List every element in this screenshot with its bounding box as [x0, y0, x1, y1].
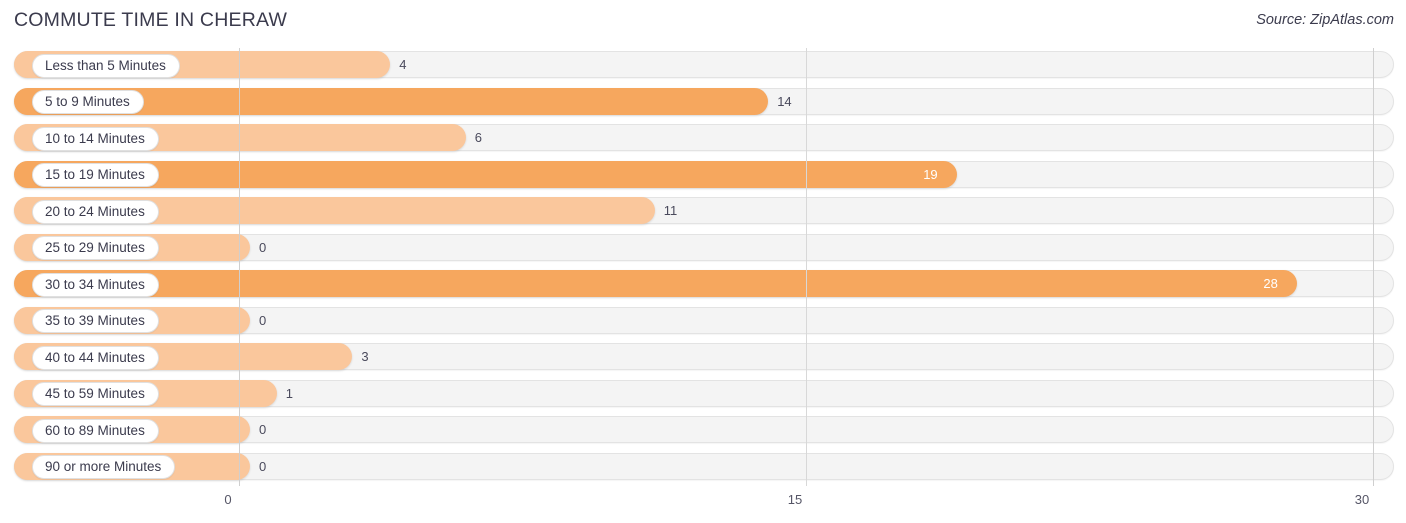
bar-value-label: 14 [777, 93, 792, 109]
bar-row[interactable]: Less than 5 Minutes 4 [0, 48, 1406, 85]
bar-value-label: 19 [923, 166, 938, 182]
bar-row[interactable]: 10 to 14 Minutes 6 [0, 121, 1406, 158]
source-attribution: Source: ZipAtlas.com [1256, 12, 1394, 28]
bar-category-label: 35 to 39 Minutes [32, 309, 159, 333]
chart-header: COMMUTE TIME IN CHERAW Source: ZipAtlas.… [0, 0, 1406, 46]
bar-category-label: 10 to 14 Minutes [32, 126, 159, 151]
bar-value-label: 11 [663, 203, 678, 218]
bar-value-label: 4 [399, 57, 407, 72]
chart-plot-area: Less than 5 Minutes 4 5 to 9 Minutes 14 10 t… [0, 48, 1406, 486]
bar-category-label: 5 to 9 Minutes [32, 90, 144, 114]
bar-category-label: Less than 5 Minutes [32, 53, 180, 78]
x-axis-tick-30: 30 [1354, 492, 1370, 507]
bar[interactable] [14, 270, 1298, 297]
x-axis: 0 15 30 [0, 486, 1406, 523]
bar-value-label: 0 [259, 458, 267, 474]
bar-value-label: 3 [361, 349, 369, 364]
bar-value-label: 0 [259, 422, 267, 437]
bar-row[interactable]: 40 to 44 Minutes 3 [0, 340, 1406, 377]
bar-value-label: 1 [285, 385, 294, 401]
bar-category-label: 45 to 59 Minutes [32, 382, 159, 406]
bar-row[interactable]: 15 to 19 Minutes 19 [0, 158, 1406, 195]
bar-row-list: Less than 5 Minutes 4 5 to 9 Minutes 14 10 t… [0, 48, 1406, 486]
bar-category-label: 90 or more Minutes [32, 455, 176, 479]
x-axis-tick-15: 15 [787, 492, 803, 507]
bar-category-label: 25 to 29 Minutes [32, 236, 159, 260]
bar-row[interactable]: 5 to 9 Minutes 14 [0, 85, 1406, 122]
bar-value-label: 0 [259, 239, 267, 255]
bar-category-label: 30 to 34 Minutes [32, 272, 159, 297]
x-axis-tick-0: 0 [224, 492, 232, 507]
bar-row[interactable]: 45 to 59 Minutes 1 [0, 377, 1406, 414]
bar-row[interactable]: 60 to 89 Minutes 0 [0, 413, 1406, 450]
bar-category-label: 20 to 24 Minutes [32, 199, 159, 224]
bar-category-label: 40 to 44 Minutes [32, 345, 159, 370]
bar-category-label: 60 to 89 Minutes [32, 418, 159, 443]
bar-row[interactable]: 90 or more Minutes 0 [0, 450, 1406, 487]
page-title: COMMUTE TIME IN CHERAW [14, 9, 288, 31]
bar-row[interactable]: 30 to 34 Minutes 28 [0, 267, 1406, 304]
bar-row[interactable]: 20 to 24 Minutes 11 [0, 194, 1406, 231]
bar-value-label: 0 [259, 312, 267, 328]
bar-value-label: 6 [474, 130, 483, 145]
bar-row[interactable]: 35 to 39 Minutes 0 [0, 304, 1406, 341]
bar-row[interactable]: 25 to 29 Minutes 0 [0, 231, 1406, 268]
bar-value-label: 28 [1263, 276, 1278, 291]
bar-category-label: 15 to 19 Minutes [32, 163, 159, 187]
